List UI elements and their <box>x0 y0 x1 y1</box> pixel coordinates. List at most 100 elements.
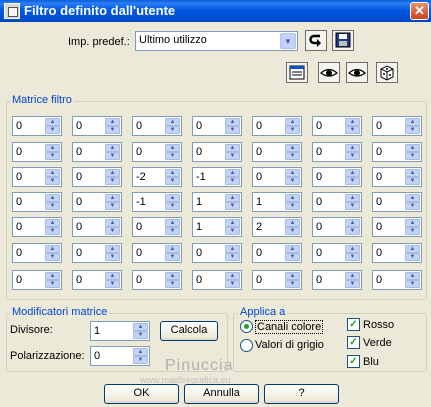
spin-up-icon[interactable]: ▲ <box>285 245 300 253</box>
matrix-cell-spinner[interactable]: ▲ ▼ <box>165 194 180 210</box>
spin-down-icon[interactable]: ▼ <box>405 280 420 288</box>
spin-down-icon[interactable]: ▼ <box>165 126 180 134</box>
spin-up-icon[interactable]: ▲ <box>345 245 360 253</box>
matrix-cell-spinner[interactable]: ▲ ▼ <box>45 169 60 185</box>
matrix-cell-spinner[interactable]: ▲ ▼ <box>45 245 60 261</box>
spin-down-icon[interactable]: ▼ <box>45 126 60 134</box>
spin-up-icon[interactable]: ▲ <box>225 245 240 253</box>
spin-down-icon[interactable]: ▼ <box>165 227 180 235</box>
matrix-cell-spinner[interactable]: ▲ ▼ <box>405 144 420 160</box>
spin-up-icon[interactable]: ▲ <box>165 144 180 152</box>
matrix-cell-5-0[interactable]: 0 ▲ ▼ <box>12 243 62 263</box>
spin-up-icon[interactable]: ▲ <box>225 118 240 126</box>
matrix-cell-spinner[interactable]: ▲ ▼ <box>405 272 420 288</box>
green-checkbox[interactable]: ✓ <box>347 336 360 349</box>
spin-up-icon[interactable]: ▲ <box>45 169 60 177</box>
spin-down-icon[interactable]: ▼ <box>405 253 420 261</box>
proof-preview-button[interactable] <box>346 62 368 83</box>
preset-options-button[interactable] <box>286 62 308 83</box>
matrix-cell-2-4[interactable]: 0 ▲ ▼ <box>252 167 302 187</box>
spin-down-icon[interactable]: ▼ <box>345 202 360 210</box>
spin-down-icon[interactable]: ▼ <box>105 152 120 160</box>
spin-up-icon[interactable]: ▲ <box>285 219 300 227</box>
matrix-cell-3-3[interactable]: 1 ▲ ▼ <box>192 192 242 212</box>
spin-down-icon[interactable]: ▼ <box>345 126 360 134</box>
matrix-cell-2-3[interactable]: -1 ▲ ▼ <box>192 167 242 187</box>
spin-down-icon[interactable]: ▼ <box>165 253 180 261</box>
spin-down-icon[interactable]: ▼ <box>45 253 60 261</box>
matrix-cell-2-0[interactable]: 0 ▲ ▼ <box>12 167 62 187</box>
spin-down-icon[interactable]: ▼ <box>405 227 420 235</box>
spin-up-icon[interactable]: ▲ <box>405 219 420 227</box>
matrix-cell-spinner[interactable]: ▲ ▼ <box>45 194 60 210</box>
spin-up-icon[interactable]: ▲ <box>405 169 420 177</box>
matrix-cell-spinner[interactable]: ▲ ▼ <box>225 219 240 235</box>
matrix-cell-4-0[interactable]: 0 ▲ ▼ <box>12 217 62 237</box>
spin-up-icon[interactable]: ▲ <box>105 144 120 152</box>
spin-down-icon[interactable]: ▼ <box>345 227 360 235</box>
matrix-cell-0-1[interactable]: 0 ▲ ▼ <box>72 116 122 136</box>
spin-down-icon[interactable]: ▼ <box>225 280 240 288</box>
spin-down-icon[interactable]: ▼ <box>45 177 60 185</box>
matrix-cell-spinner[interactable]: ▲ ▼ <box>105 118 120 134</box>
spin-up-icon[interactable]: ▲ <box>405 144 420 152</box>
matrix-cell-6-2[interactable]: 0 ▲ ▼ <box>132 270 182 290</box>
spin-up-icon[interactable]: ▲ <box>165 219 180 227</box>
spin-down-icon[interactable]: ▼ <box>225 202 240 210</box>
spin-down-icon[interactable]: ▼ <box>45 202 60 210</box>
matrix-cell-spinner[interactable]: ▲ ▼ <box>225 144 240 160</box>
matrix-cell-5-4[interactable]: 0 ▲ ▼ <box>252 243 302 263</box>
matrix-cell-spinner[interactable]: ▲ ▼ <box>345 118 360 134</box>
matrix-cell-3-2[interactable]: -1 ▲ ▼ <box>132 192 182 212</box>
ok-button[interactable]: OK <box>104 384 179 404</box>
spin-down-icon[interactable]: ▼ <box>285 202 300 210</box>
matrix-cell-6-0[interactable]: 0 ▲ ▼ <box>12 270 62 290</box>
blue-label[interactable]: Blu <box>363 356 379 368</box>
spin-up-icon[interactable]: ▲ <box>105 272 120 280</box>
matrix-cell-3-4[interactable]: 1 ▲ ▼ <box>252 192 302 212</box>
spin-up-icon[interactable]: ▲ <box>285 194 300 202</box>
spin-up-icon[interactable]: ▲ <box>405 272 420 280</box>
matrix-cell-6-1[interactable]: 0 ▲ ▼ <box>72 270 122 290</box>
spin-down-icon[interactable]: ▼ <box>345 253 360 261</box>
color-channels-label[interactable]: Canali colore <box>255 320 324 334</box>
presets-dropdown[interactable]: Ultimo utilizzo ▼ <box>135 31 298 51</box>
spin-up-icon[interactable]: ▲ <box>225 169 240 177</box>
spin-down-icon[interactable]: ▼ <box>105 280 120 288</box>
matrix-cell-5-3[interactable]: 0 ▲ ▼ <box>192 243 242 263</box>
spin-up-icon[interactable]: ▲ <box>345 194 360 202</box>
matrix-cell-spinner[interactable]: ▲ ▼ <box>405 194 420 210</box>
randomize-button[interactable] <box>376 62 398 83</box>
matrix-cell-spinner[interactable]: ▲ ▼ <box>105 245 120 261</box>
matrix-cell-spinner[interactable]: ▲ ▼ <box>105 194 120 210</box>
spin-up-icon[interactable]: ▲ <box>105 245 120 253</box>
bias-spinner[interactable]: ▲ ▼ <box>133 348 148 364</box>
matrix-cell-4-1[interactable]: 0 ▲ ▼ <box>72 217 122 237</box>
spin-up-icon[interactable]: ▲ <box>133 323 148 331</box>
matrix-cell-2-1[interactable]: 0 ▲ ▼ <box>72 167 122 187</box>
matrix-cell-5-2[interactable]: 0 ▲ ▼ <box>132 243 182 263</box>
matrix-cell-4-4[interactable]: 2 ▲ ▼ <box>252 217 302 237</box>
matrix-cell-1-3[interactable]: 0 ▲ ▼ <box>192 142 242 162</box>
matrix-cell-1-2[interactable]: 0 ▲ ▼ <box>132 142 182 162</box>
matrix-cell-spinner[interactable]: ▲ ▼ <box>165 144 180 160</box>
spin-down-icon[interactable]: ▼ <box>45 152 60 160</box>
matrix-cell-spinner[interactable]: ▲ ▼ <box>345 245 360 261</box>
spin-down-icon[interactable]: ▼ <box>165 152 180 160</box>
matrix-cell-spinner[interactable]: ▲ ▼ <box>105 219 120 235</box>
matrix-cell-0-4[interactable]: 0 ▲ ▼ <box>252 116 302 136</box>
matrix-cell-spinner[interactable]: ▲ ▼ <box>165 272 180 288</box>
matrix-cell-spinner[interactable]: ▲ ▼ <box>345 272 360 288</box>
spin-up-icon[interactable]: ▲ <box>165 118 180 126</box>
matrix-cell-spinner[interactable]: ▲ ▼ <box>285 169 300 185</box>
matrix-cell-spinner[interactable]: ▲ ▼ <box>225 169 240 185</box>
spin-up-icon[interactable]: ▲ <box>105 169 120 177</box>
matrix-cell-5-5[interactable]: 0 ▲ ▼ <box>312 243 362 263</box>
spin-up-icon[interactable]: ▲ <box>225 194 240 202</box>
matrix-cell-2-2[interactable]: -2 ▲ ▼ <box>132 167 182 187</box>
matrix-cell-spinner[interactable]: ▲ ▼ <box>225 245 240 261</box>
matrix-cell-spinner[interactable]: ▲ ▼ <box>345 194 360 210</box>
matrix-cell-spinner[interactable]: ▲ ▼ <box>285 194 300 210</box>
spin-down-icon[interactable]: ▼ <box>45 227 60 235</box>
matrix-cell-spinner[interactable]: ▲ ▼ <box>165 169 180 185</box>
